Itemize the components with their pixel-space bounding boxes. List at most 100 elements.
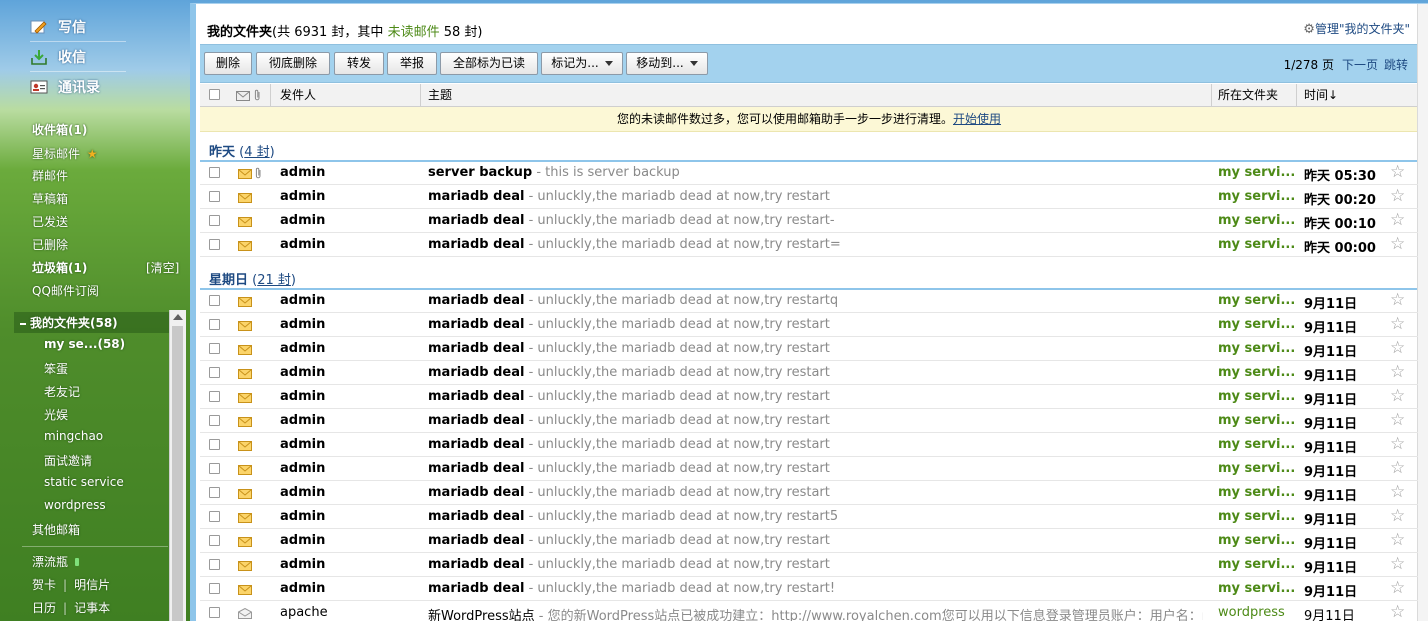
email-folder[interactable]: wordpress [1218,605,1285,620]
star-icon[interactable]: ☆ [1390,162,1405,182]
email-folder[interactable]: my servi... [1218,413,1295,428]
mark-as-dropdown[interactable]: 标记为... [541,52,623,75]
email-subject[interactable]: mariadb deal - unluckly,the mariadb dead… [428,189,1203,204]
sidebar-item-other-mailbox[interactable]: 其他邮箱 [32,521,80,538]
email-folder[interactable]: my servi... [1218,165,1295,180]
purge-button[interactable]: 彻底删除 [256,52,330,75]
email-folder[interactable]: my servi... [1218,237,1295,252]
calendar-link[interactable]: 日历 [32,601,56,615]
unread-mail-link[interactable]: 未读邮件 [388,25,440,40]
column-sender[interactable]: 发件人 [280,84,316,106]
column-subject[interactable]: 主题 [428,84,452,106]
mark-all-read-button[interactable]: 全部标为已读 [440,52,538,75]
star-icon[interactable]: ☆ [1390,186,1405,206]
star-icon[interactable]: ☆ [1390,458,1405,478]
star-icon[interactable]: ☆ [1390,554,1405,574]
email-subject[interactable]: mariadb deal - unluckly,the mariadb dead… [428,485,1203,500]
star-icon[interactable]: ☆ [1390,314,1405,334]
email-folder[interactable]: my servi... [1218,533,1295,548]
row-checkbox[interactable] [209,367,220,378]
delete-button[interactable]: 删除 [204,52,252,75]
row-checkbox[interactable] [209,319,220,330]
folder-item[interactable]: mingchao [44,429,103,443]
email-folder[interactable]: my servi... [1218,365,1295,380]
email-row[interactable]: admin mariadb deal - unluckly,the mariadb… [200,337,1418,361]
folder-item[interactable]: 老友记 [44,383,80,400]
email-subject[interactable]: mariadb deal - unluckly,the mariadb dead… [428,317,1203,332]
email-row[interactable]: admin mariadb deal - unluckly,the mariadb… [200,505,1418,529]
jump-page-link[interactable]: 跳转 [1384,58,1408,72]
star-icon[interactable]: ☆ [1390,602,1405,621]
email-row[interactable]: admin mariadb deal - unluckly,the mariadb… [200,361,1418,385]
email-row[interactable]: admin mariadb deal - unluckly,the mariadb… [200,409,1418,433]
sidebar-item-group-mail[interactable]: 群邮件 [32,167,68,184]
star-icon[interactable]: ☆ [1390,410,1405,430]
email-row[interactable]: admin mariadb deal - unluckly,the mariadb… [200,385,1418,409]
row-checkbox[interactable] [209,415,220,426]
select-all-checkbox[interactable] [209,89,220,100]
sidebar-item-drafts[interactable]: 草稿箱 [32,190,68,207]
write-button[interactable]: 写信 [30,14,180,40]
email-row[interactable]: admin mariadb deal - unluckly,the mariadb… [200,185,1418,209]
sidebar-item-inbox[interactable]: 收件箱(1) [32,121,87,138]
row-checkbox[interactable] [209,343,220,354]
email-row[interactable]: admin mariadb deal - unluckly,the mariadb… [200,481,1418,505]
sidebar-item-calendar[interactable]: 日历 | 记事本 [32,599,110,616]
forward-button[interactable]: 转发 [334,52,384,75]
email-subject[interactable]: mariadb deal - unluckly,the mariadb dead… [428,293,1203,308]
manage-folders-link[interactable]: ⚙管理"我的文件夹" [1303,20,1410,37]
email-row[interactable]: admin mariadb deal - unluckly,the mariadb… [200,313,1418,337]
email-row[interactable]: admin server backup - this is server back… [200,161,1418,185]
email-folder[interactable]: my servi... [1218,485,1295,500]
email-subject[interactable]: server backup - this is server backup [428,165,1203,180]
column-folder[interactable]: 所在文件夹 [1218,84,1278,106]
main-scrollbar[interactable] [1417,4,1428,621]
email-folder[interactable]: my servi... [1218,509,1295,524]
row-checkbox[interactable] [209,511,220,522]
email-folder[interactable]: my servi... [1218,213,1295,228]
email-subject[interactable]: mariadb deal - unluckly,the mariadb dead… [428,557,1203,572]
report-button[interactable]: 举报 [387,52,437,75]
collapse-icon[interactable] [20,322,26,325]
star-icon[interactable]: ☆ [1390,530,1405,550]
row-checkbox[interactable] [209,167,220,178]
star-icon[interactable]: ☆ [1390,386,1405,406]
star-icon[interactable]: ☆ [1390,506,1405,526]
row-checkbox[interactable] [209,215,220,226]
row-checkbox[interactable] [209,191,220,202]
clean-junk-link[interactable]: [清空] [146,259,179,276]
email-row[interactable]: admin mariadb deal - unluckly,the mariadb… [200,233,1418,257]
star-icon[interactable]: ☆ [1390,482,1405,502]
row-checkbox[interactable] [209,535,220,546]
row-checkbox[interactable] [209,583,220,594]
scrollbar-thumb[interactable] [172,326,183,621]
scroll-up-icon[interactable] [173,314,183,320]
email-row[interactable]: admin mariadb deal - unluckly,the mariadb… [200,289,1418,313]
star-icon[interactable]: ☆ [1390,290,1405,310]
row-checkbox[interactable] [209,487,220,498]
star-icon[interactable]: ☆ [1390,210,1405,230]
start-using-link[interactable]: 开始使用 [953,112,1001,126]
sidebar-item-drift-bottle[interactable]: 漂流瓶 [32,553,79,570]
star-icon[interactable]: ☆ [1390,338,1405,358]
sidebar-item-sent[interactable]: 已发送 [32,213,68,230]
email-subject[interactable]: mariadb deal - unluckly,the mariadb dead… [428,237,1203,252]
email-row[interactable]: admin mariadb deal - unluckly,the mariadb… [200,577,1418,601]
row-checkbox[interactable] [209,439,220,450]
email-folder[interactable]: my servi... [1218,189,1295,204]
group-count-link[interactable]: 4 封 [244,145,269,160]
email-row[interactable]: admin mariadb deal - unluckly,the mariadb… [200,457,1418,481]
sidebar-item-qq-subscription[interactable]: QQ邮件订阅 [32,282,99,299]
email-row[interactable]: admin mariadb deal - unluckly,the mariadb… [200,433,1418,457]
sidebar-item-starred[interactable]: 星标邮件 ★ [32,145,98,162]
contacts-button[interactable]: 通讯录 [30,74,180,100]
email-folder[interactable]: my servi... [1218,317,1295,332]
star-icon[interactable]: ☆ [1390,434,1405,454]
folder-item[interactable]: 面试邀请 [44,452,92,469]
star-icon[interactable]: ☆ [1390,362,1405,382]
sidebar-item-deleted[interactable]: 已删除 [32,236,68,253]
move-to-dropdown[interactable]: 移动到... [626,52,708,75]
row-checkbox[interactable] [209,239,220,250]
folder-item[interactable]: 笨蛋 [44,360,68,377]
folder-my-services[interactable]: my se...(58) [44,337,125,351]
